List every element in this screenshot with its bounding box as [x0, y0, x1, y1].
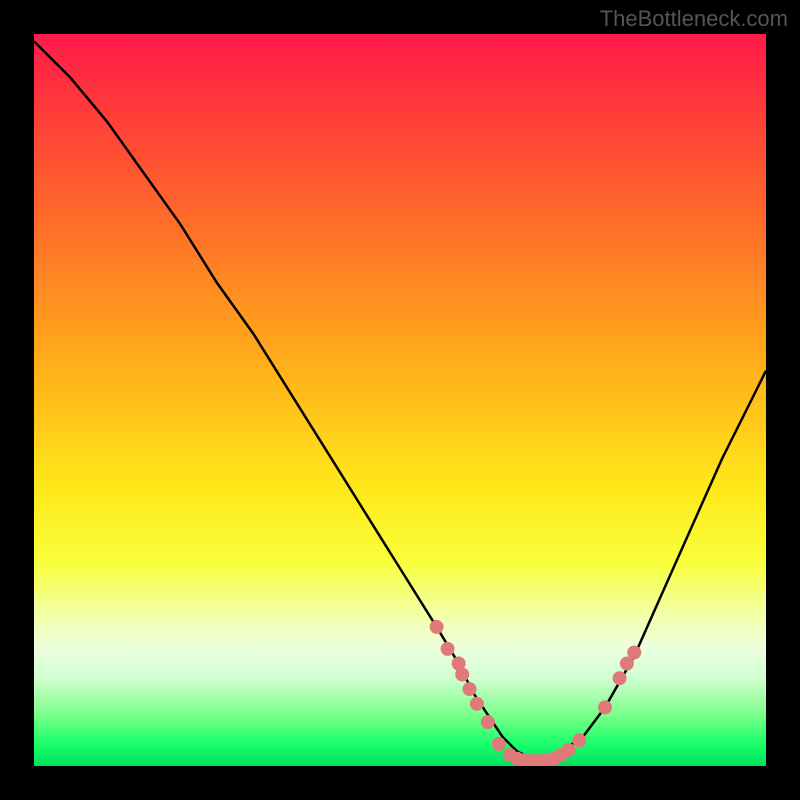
watermark-text: TheBottleneck.com: [600, 6, 788, 32]
curve-marker: [492, 737, 506, 751]
curve-marker: [572, 733, 586, 747]
curve-marker: [561, 743, 575, 757]
curve-marker: [463, 682, 477, 696]
curve-marker: [481, 715, 495, 729]
curve-marker: [470, 697, 484, 711]
curve-marker: [598, 700, 612, 714]
curve-marker: [627, 646, 641, 660]
chart-svg: [34, 34, 766, 766]
curve-marker: [613, 671, 627, 685]
curve-marker: [430, 620, 444, 634]
curve-marker: [441, 642, 455, 656]
curve-markers: [430, 620, 642, 766]
curve-marker: [455, 668, 469, 682]
bottleneck-curve: [34, 41, 766, 758]
chart-plot-area: [34, 34, 766, 766]
